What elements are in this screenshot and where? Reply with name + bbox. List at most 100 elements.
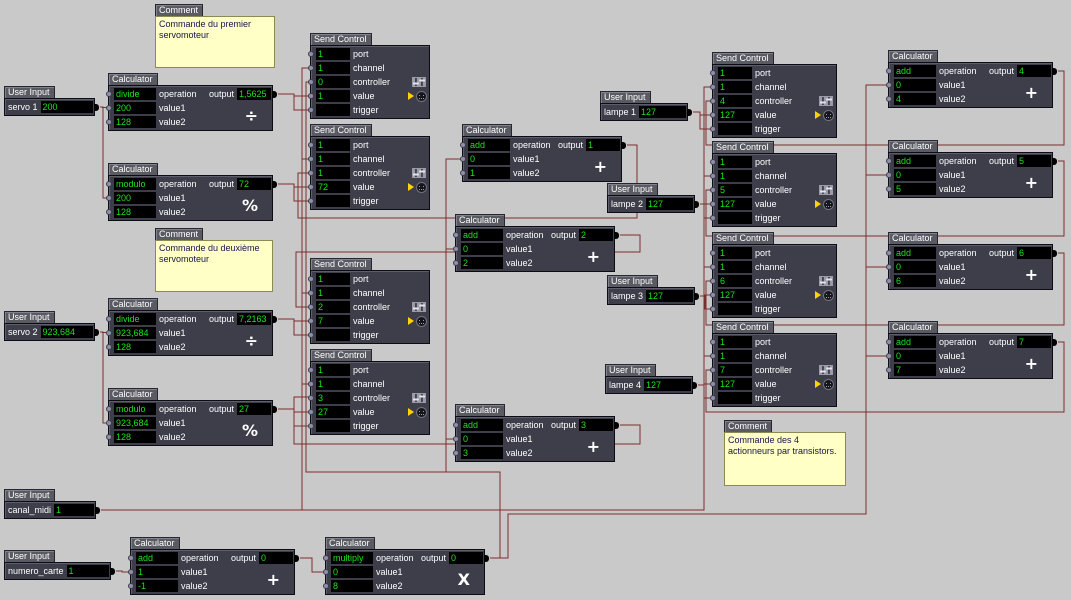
input-dot[interactable] <box>308 93 314 99</box>
input-dot[interactable] <box>308 332 314 338</box>
value1-field[interactable]: 0 <box>461 243 503 255</box>
port-field[interactable]: 1 <box>316 364 350 376</box>
calculator-divide-2[interactable]: Calculator divideoperationoutput7,2163 9… <box>108 298 273 356</box>
input-dot[interactable] <box>886 278 892 284</box>
value-field[interactable]: 27 <box>316 406 350 418</box>
input-dot[interactable] <box>128 555 134 561</box>
play-triangle-icon[interactable] <box>815 111 821 119</box>
input-dot[interactable] <box>453 436 459 442</box>
input-dot[interactable] <box>308 142 314 148</box>
value2-field[interactable]: 4 <box>894 93 936 105</box>
trigger-field[interactable] <box>316 195 350 207</box>
node-title[interactable]: Calculator <box>108 298 158 310</box>
output-connector[interactable] <box>272 316 277 323</box>
node-title[interactable]: Calculator <box>888 50 938 62</box>
value1-field[interactable]: 0 <box>468 153 510 165</box>
input-dot[interactable] <box>106 344 112 350</box>
node-title[interactable]: User Input <box>4 550 55 562</box>
input-dot[interactable] <box>308 395 314 401</box>
trigger-field[interactable] <box>718 123 752 135</box>
output-connector[interactable] <box>1052 68 1057 75</box>
node-title[interactable]: Send Control <box>712 232 774 244</box>
channel-field[interactable]: 1 <box>316 287 350 299</box>
input-dot[interactable] <box>128 583 134 589</box>
calculator-add-1[interactable]: Calculator addoperationoutput1 0value1 1… <box>462 124 622 182</box>
output-connector[interactable] <box>694 293 699 300</box>
port-field[interactable]: 1 <box>718 247 752 259</box>
value2-field[interactable]: 1 <box>468 167 510 179</box>
value1-field[interactable]: 0 <box>461 433 503 445</box>
input-dot[interactable] <box>308 79 314 85</box>
port-field[interactable]: 1 <box>718 67 752 79</box>
value1-field[interactable]: 923,684 <box>114 417 156 429</box>
play-triangle-icon[interactable] <box>815 200 821 208</box>
input-dot[interactable] <box>323 555 329 561</box>
input-dot[interactable] <box>308 156 314 162</box>
output-connector[interactable] <box>614 422 619 429</box>
operation-field[interactable]: modulo <box>114 178 156 190</box>
input-dot[interactable] <box>106 316 112 322</box>
input-dot[interactable] <box>453 232 459 238</box>
input-dot[interactable] <box>710 126 716 132</box>
operation-field[interactable]: add <box>894 155 936 167</box>
input-dot[interactable] <box>710 381 716 387</box>
operation-field[interactable]: add <box>894 247 936 259</box>
node-title[interactable]: Send Control <box>310 124 372 136</box>
calculator-add-bottom[interactable]: Calculator addoperationoutput0 1value1 -… <box>130 537 295 595</box>
calculator-multiply[interactable]: Calculator multiplyoperationoutput0 0val… <box>325 537 485 595</box>
send-control-6[interactable]: Send Control 1port 1channel 5controller … <box>712 141 837 227</box>
channel-field[interactable]: 1 <box>316 378 350 390</box>
input-dot[interactable] <box>710 70 716 76</box>
value1-field[interactable]: 0 <box>894 79 936 91</box>
trigger-field[interactable] <box>718 212 752 224</box>
fader-icon[interactable] <box>819 365 833 375</box>
value2-field[interactable]: 128 <box>114 341 156 353</box>
input-dot[interactable] <box>886 68 892 74</box>
node-title[interactable]: Send Control <box>712 52 774 64</box>
node-title[interactable]: Comment <box>724 420 772 432</box>
node-title[interactable]: Calculator <box>130 537 180 549</box>
port-field[interactable]: 1 <box>316 139 350 151</box>
input-dot[interactable] <box>308 409 314 415</box>
output-connector[interactable] <box>94 104 99 111</box>
input-dot[interactable] <box>710 112 716 118</box>
input-dot[interactable] <box>308 381 314 387</box>
fader-icon[interactable] <box>412 77 426 87</box>
calculator-add-5[interactable]: Calculator addoperationoutput5 0value1 5… <box>888 140 1053 198</box>
input-dot[interactable] <box>710 278 716 284</box>
node-title[interactable]: User Input <box>4 489 55 501</box>
input-dot[interactable] <box>308 367 314 373</box>
input-value[interactable]: 923,684 <box>41 326 93 338</box>
send-control-3[interactable]: Send Control 1port 1channel 2controller … <box>310 258 430 344</box>
calculator-add-2[interactable]: Calculator addoperationoutput2 0value1 2… <box>455 214 615 272</box>
input-dot[interactable] <box>453 246 459 252</box>
comment-node-2[interactable]: Comment Commande du deuxième servomoteur <box>155 228 273 292</box>
input-dot[interactable] <box>886 250 892 256</box>
input-dot[interactable] <box>710 339 716 345</box>
input-value[interactable]: 1 <box>54 504 94 516</box>
output-connector[interactable] <box>1052 250 1057 257</box>
input-dot[interactable] <box>710 84 716 90</box>
comment-node-1[interactable]: Comment Commande du premier servomoteur <box>155 4 275 68</box>
calculator-add-4[interactable]: Calculator addoperationoutput4 0value1 4… <box>888 50 1053 108</box>
node-title[interactable]: Calculator <box>455 214 505 226</box>
node-title[interactable]: Comment <box>155 4 203 16</box>
input-dot[interactable] <box>886 158 892 164</box>
calculator-divide-1[interactable]: Calculator divideoperationoutput1,5625 2… <box>108 73 273 131</box>
input-dot[interactable] <box>453 422 459 428</box>
input-dot[interactable] <box>710 264 716 270</box>
node-title[interactable]: Calculator <box>455 404 505 416</box>
user-input-lampe-4[interactable]: User Input lampe 4127 <box>605 364 693 394</box>
play-triangle-icon[interactable] <box>815 380 821 388</box>
input-dot[interactable] <box>710 353 716 359</box>
trigger-field[interactable] <box>316 329 350 341</box>
fader-icon[interactable] <box>412 302 426 312</box>
input-dot[interactable] <box>710 395 716 401</box>
output-connector[interactable] <box>614 232 619 239</box>
input-dot[interactable] <box>886 172 892 178</box>
input-dot[interactable] <box>308 290 314 296</box>
input-dot[interactable] <box>886 82 892 88</box>
operation-field[interactable]: divide <box>114 313 156 325</box>
input-dot[interactable] <box>308 198 314 204</box>
output-connector[interactable] <box>484 555 489 562</box>
